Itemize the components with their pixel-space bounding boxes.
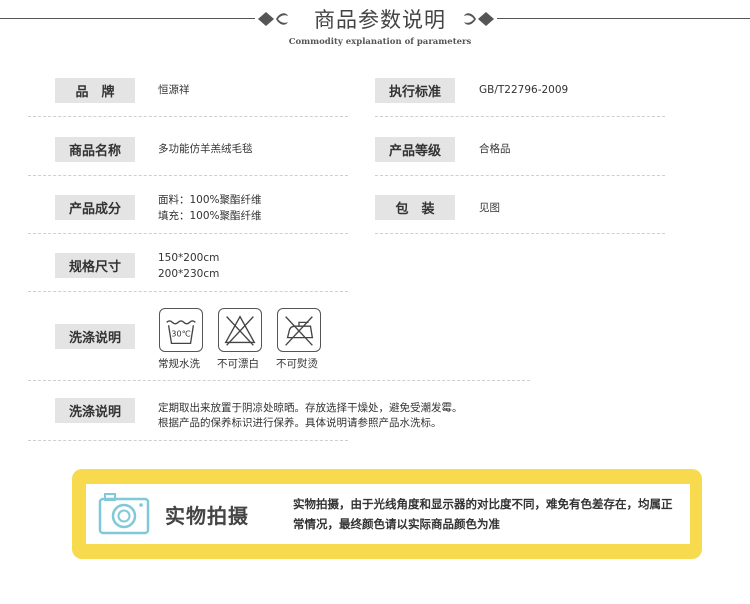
value-standard: GB/T22796-2009 (479, 84, 569, 96)
row-divider (375, 233, 665, 234)
wash-note-line-1: 定期取出来放置于阴凉处晾晒。存放选择干燥处，避免受潮发霉。 (158, 402, 463, 414)
notice-title: 实物拍摄 (165, 504, 249, 528)
row-divider (28, 380, 530, 381)
no-iron-icon (277, 308, 321, 352)
wash-30-icon: 30℃ (159, 308, 203, 352)
label-brand: 品 牌 (55, 78, 135, 103)
label-wash-note: 洗涤说明 (55, 398, 135, 423)
ornament-right-icon (464, 12, 494, 26)
wash-note-line-2: 根据产品的保养标识进行保养。具体说明请参照产品水洗标。 (158, 417, 442, 429)
row-divider (28, 116, 348, 117)
label-standard: 执行标准 (375, 78, 455, 103)
label-package: 包 装 (375, 195, 455, 220)
page-title: 商品参数说明 (314, 8, 446, 32)
value-package: 见图 (479, 202, 500, 214)
label-name: 商品名称 (55, 137, 135, 162)
row-divider (375, 175, 665, 176)
notice-text: 实物拍摄，由于光线角度和显示器的对比度不同，难免有色差存在，均属正常情况，最终颜… (293, 497, 673, 531)
ornament-left-icon (258, 12, 288, 26)
value-size-2: 200*230cm (158, 268, 220, 280)
row-divider (28, 291, 348, 292)
header-divider-right (497, 18, 750, 19)
care-label-no-bleach: 不可漂白 (217, 358, 259, 370)
value-composition-fabric: 面料：100%聚酯纤维 (158, 194, 262, 206)
value-size-1: 150*200cm (158, 252, 220, 264)
row-divider (28, 175, 348, 176)
wash-temp-text: 30℃ (171, 329, 190, 339)
no-bleach-icon (218, 308, 262, 352)
row-divider (28, 233, 348, 234)
page-subtitle: Commodity explanation of parameters (288, 37, 472, 47)
label-composition: 产品成分 (55, 195, 135, 220)
value-grade: 合格品 (479, 143, 511, 155)
label-care: 洗涤说明 (55, 324, 135, 349)
care-label-no-iron: 不可熨烫 (276, 358, 318, 370)
row-divider (28, 440, 348, 441)
row-divider (375, 116, 665, 117)
label-size: 规格尺寸 (55, 253, 135, 278)
camera-icon (98, 493, 150, 535)
header-divider-left (0, 18, 255, 19)
label-grade: 产品等级 (375, 137, 455, 162)
value-composition-filling: 填充：100%聚酯纤维 (158, 210, 262, 222)
value-name: 多功能仿羊羔绒毛毯 (158, 143, 253, 155)
care-label-wash: 常规水洗 (158, 358, 200, 370)
value-brand: 恒源祥 (158, 84, 190, 96)
